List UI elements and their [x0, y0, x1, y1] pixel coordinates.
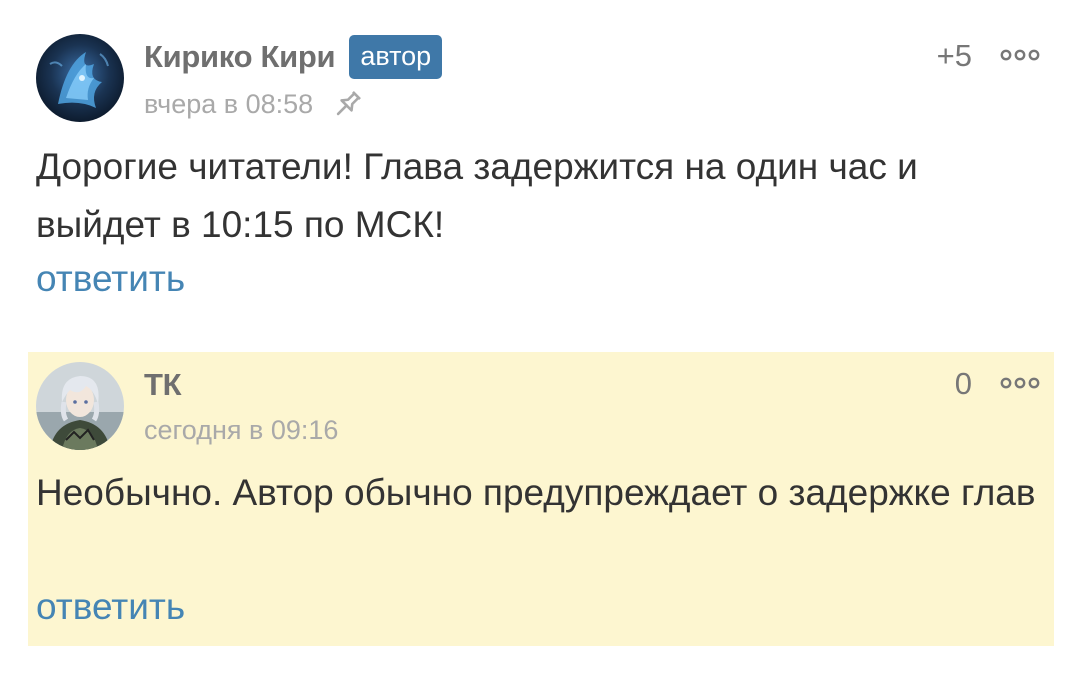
comment-rating[interactable]: +5 — [937, 38, 972, 74]
more-options-icon[interactable] — [1000, 376, 1040, 390]
author-row: ТК — [144, 364, 182, 406]
comment-item-highlighted: ТК сегодня в 09:16 0 Необычно. Автор обы… — [28, 352, 1054, 646]
author-avatar[interactable] — [36, 362, 124, 450]
reply-link[interactable]: ответить — [36, 586, 185, 628]
author-badge: автор — [349, 35, 443, 79]
blue-fox-avatar-icon — [36, 34, 124, 122]
pin-icon — [331, 87, 365, 121]
comment-text: Необычно. Автор обычно предупреждает о з… — [36, 472, 1036, 513]
comment-timestamp[interactable]: вчера в 08:58 — [144, 89, 313, 120]
author-avatar[interactable] — [36, 34, 124, 122]
author-name[interactable]: ТК — [144, 367, 182, 403]
comment-timestamp[interactable]: сегодня в 09:16 — [144, 415, 338, 446]
comment-text: Дорогие читатели! Глава задержится на од… — [36, 146, 918, 245]
comment-rating[interactable]: 0 — [955, 366, 972, 402]
author-name[interactable]: Кирико Кири — [144, 39, 336, 75]
anime-character-avatar-icon — [36, 362, 124, 450]
comment-item: Кирико Кири автор вчера в 08:58 +5 Дорог… — [0, 0, 1080, 340]
reply-link[interactable]: ответить — [36, 258, 185, 300]
comment-meta: сегодня в 09:16 — [144, 410, 338, 450]
more-options-icon[interactable] — [1000, 48, 1040, 62]
author-row: Кирико Кири автор — [144, 34, 443, 80]
comment-meta: вчера в 08:58 — [144, 84, 365, 124]
